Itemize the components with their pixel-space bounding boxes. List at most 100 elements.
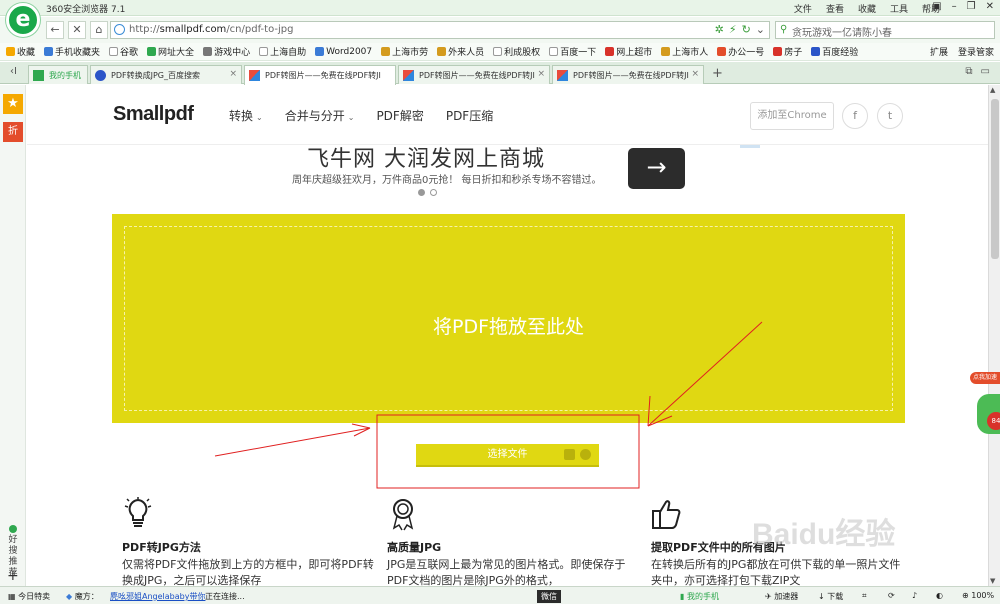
- tab-list-icon[interactable]: ▭: [981, 66, 990, 77]
- skin-icon[interactable]: ▣: [932, 1, 941, 12]
- zoom-level[interactable]: ⊕ 100%: [962, 591, 994, 600]
- bookmark-item[interactable]: 上海市人: [661, 45, 708, 58]
- screenshot-icon[interactable]: ⌗: [862, 591, 867, 601]
- privacy-icon[interactable]: ◐: [936, 591, 943, 600]
- menu-favorites[interactable]: 收藏: [858, 2, 876, 15]
- bookmark-item[interactable]: 外来人员: [437, 45, 484, 58]
- back-icon[interactable]: ←: [46, 21, 64, 39]
- dropbox-icon[interactable]: [564, 449, 575, 460]
- bookmark-item[interactable]: 上海市劳: [381, 45, 428, 58]
- bookmark-item[interactable]: 办公一号: [717, 45, 764, 58]
- lightbulb-icon: [124, 497, 152, 527]
- site-icon: [147, 47, 157, 56]
- bookmark-item[interactable]: 网上超市: [605, 45, 652, 58]
- bookmark-item[interactable]: 房子: [773, 45, 802, 58]
- facebook-icon[interactable]: f: [842, 103, 868, 129]
- download-status[interactable]: ↓ 下载: [818, 591, 843, 602]
- download-icon: ↓: [818, 592, 828, 601]
- url-input[interactable]: http://smallpdf.com/cn/pdf-to-jpg ✲ ⚡ ↻ …: [110, 21, 770, 39]
- scroll-up-icon[interactable]: ▲: [990, 86, 995, 94]
- login-manager-button[interactable]: 登录管家: [958, 45, 994, 58]
- browser-logo-icon[interactable]: e: [6, 3, 40, 37]
- bookmark-item[interactable]: 利成股权: [493, 45, 540, 58]
- accelerator-status[interactable]: ✈ 加速器: [765, 591, 798, 602]
- tab-baidu-search[interactable]: PDF转换成JPG_百度搜索 ×: [90, 65, 242, 84]
- bookmark-item[interactable]: Word2007: [315, 47, 372, 57]
- close-tab-icon[interactable]: ×: [537, 69, 545, 79]
- bookmark-item[interactable]: 百度一下: [549, 45, 596, 58]
- scroll-down-icon[interactable]: ▼: [990, 577, 995, 585]
- nav-unlock-pdf[interactable]: PDF解密: [376, 107, 423, 124]
- carousel-dot[interactable]: [430, 189, 437, 196]
- discount-icon[interactable]: 折: [3, 122, 23, 142]
- smallpdf-logo[interactable]: Smallpdf: [113, 103, 194, 126]
- bookmark-item[interactable]: 百度经验: [811, 45, 858, 58]
- close-tab-icon[interactable]: ×: [229, 69, 237, 79]
- add-sidebar-icon[interactable]: +: [7, 568, 19, 584]
- menu-file[interactable]: 文件: [794, 2, 812, 15]
- restore-tabs-icon[interactable]: ⧉: [965, 66, 972, 77]
- twitter-icon[interactable]: t: [877, 103, 903, 129]
- chevron-down-icon[interactable]: ⌄: [756, 23, 765, 36]
- my-phone-status[interactable]: ▮ 我的手机: [680, 591, 719, 602]
- phone-icon: [44, 47, 54, 56]
- new-tab-icon[interactable]: +: [712, 66, 723, 81]
- star-icon: [6, 47, 15, 56]
- close-icon[interactable]: ✕: [986, 1, 994, 12]
- extensions-button[interactable]: 扩展: [930, 45, 948, 58]
- tab-my-phone[interactable]: 我的手机: [28, 65, 88, 84]
- ad-banner[interactable]: 飞牛网 大润发网上商城 周年庆超级狂欢月，万件商品0元抢！ 每日折扣和秒杀专场不…: [27, 145, 988, 205]
- tab-smallpdf[interactable]: PDF转图片——免费在线PDF转JI ×: [552, 65, 704, 84]
- favorites-star-icon[interactable]: ★: [3, 94, 23, 114]
- ad-close-strip[interactable]: [740, 145, 760, 148]
- smallpdf-icon: [249, 70, 260, 81]
- bookmark-item[interactable]: 手机收藏夹: [44, 45, 100, 58]
- add-to-chrome-button[interactable]: 添加至Chrome: [750, 102, 834, 130]
- bookmarks-right: 扩展 登录管家: [930, 45, 994, 58]
- lightning-icon[interactable]: ⚡: [729, 23, 737, 36]
- google-drive-icon[interactable]: [580, 449, 591, 460]
- restore-icon[interactable]: ❐: [967, 1, 976, 12]
- minimize-icon[interactable]: –: [952, 1, 957, 12]
- ad-arrow-button[interactable]: →: [628, 148, 685, 189]
- pdf-drop-zone[interactable]: 将PDF拖放至此处: [112, 214, 905, 423]
- today-deals[interactable]: ▦ 今日特卖: [8, 591, 50, 602]
- news-link[interactable]: 麂吆邪姐Angelababy带你: [110, 591, 205, 602]
- scrollbar-thumb[interactable]: [991, 99, 999, 259]
- globe-icon: [114, 24, 125, 35]
- nav-buttons: ← ✕ ⌂: [46, 21, 108, 39]
- cube-icon: ◆: [66, 592, 75, 601]
- vertical-scrollbar[interactable]: ▲ ▼: [988, 85, 1000, 586]
- baidu-icon: [811, 47, 821, 56]
- accelerate-bubble: 点我加速: [970, 372, 1000, 384]
- tab-strip: ‹I 我的手机 PDF转换成JPG_百度搜索 × PDF转图片——免费在线PDF转…: [0, 62, 1000, 85]
- nav-compress-pdf[interactable]: PDF压缩: [446, 107, 493, 124]
- bookmark-item[interactable]: 游戏中心: [203, 45, 250, 58]
- bookmark-item[interactable]: 上海自助: [259, 45, 306, 58]
- choose-file-button[interactable]: 选择文件: [416, 444, 599, 467]
- bookmark-item[interactable]: 收藏: [6, 45, 35, 58]
- refresh-status-icon[interactable]: ⟳: [888, 591, 895, 600]
- home-icon[interactable]: ⌂: [90, 21, 108, 39]
- settings-gear-icon[interactable]: ✲: [715, 23, 724, 36]
- feature-title: 高质量JPG: [387, 541, 442, 554]
- weixin-button[interactable]: 微信: [537, 590, 561, 603]
- tab-smallpdf[interactable]: PDF转图片——免费在线PDF转JI ×: [398, 65, 550, 84]
- stop-icon[interactable]: ✕: [68, 21, 86, 39]
- bookmark-item[interactable]: 网址大全: [147, 45, 194, 58]
- sound-icon[interactable]: ♪: [912, 591, 917, 600]
- nav-convert[interactable]: 转换 ⌄: [229, 107, 263, 124]
- tab-smallpdf-active[interactable]: PDF转图片——免费在线PDF转JI: [244, 65, 396, 85]
- menu-tools[interactable]: 工具: [890, 2, 908, 15]
- refresh-icon[interactable]: ↻: [742, 23, 751, 36]
- menu-view[interactable]: 查看: [826, 2, 844, 15]
- accelerator-widget[interactable]: 点我加速 84: [967, 372, 1000, 438]
- baidu-paw-icon: [95, 70, 106, 81]
- close-tab-icon[interactable]: ×: [691, 69, 699, 79]
- search-input[interactable]: ⚲ 贪玩游戏一亿请陈小春: [775, 21, 995, 39]
- magic-cube-label[interactable]: ◆ 魔方：: [66, 591, 99, 602]
- nav-merge-split[interactable]: 合并与分开 ⌄: [285, 107, 355, 124]
- bookmark-item[interactable]: 谷歌: [109, 45, 138, 58]
- tab-scroll-left-icon[interactable]: ‹I: [10, 66, 17, 77]
- carousel-dot[interactable]: [418, 189, 425, 196]
